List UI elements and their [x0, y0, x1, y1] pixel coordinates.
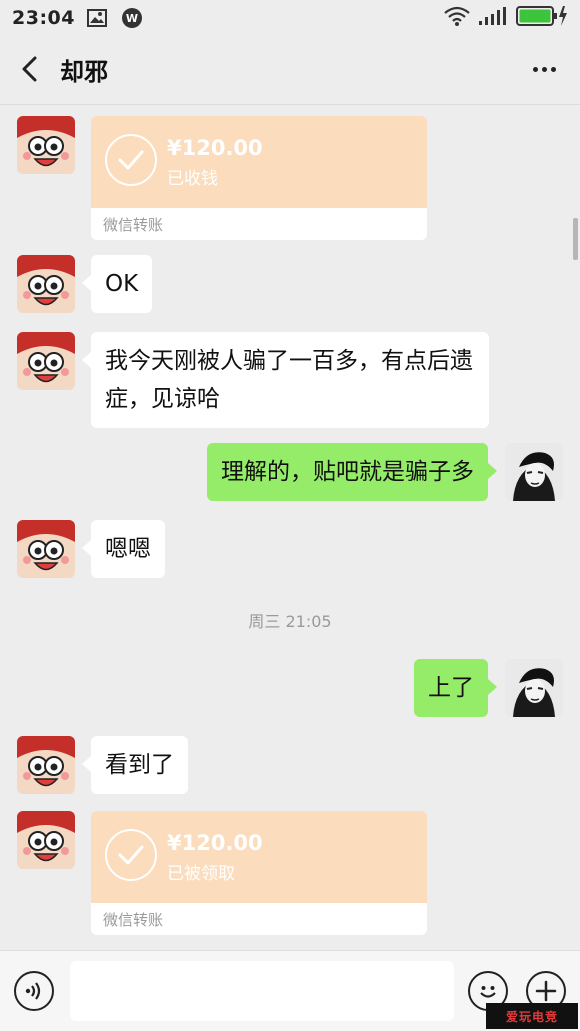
contact-avatar[interactable]: [17, 116, 75, 174]
message-input[interactable]: [70, 961, 454, 1021]
contact-avatar[interactable]: [17, 332, 75, 390]
message-bubble[interactable]: 嗯嗯: [82, 520, 165, 578]
transfer-footer: 微信转账: [103, 216, 164, 234]
message-bubble[interactable]: 看到了: [82, 736, 188, 794]
smiley-icon: [480, 986, 496, 998]
transfer-card-body: ¥120.00 已收钱: [91, 116, 427, 208]
chevron-left-icon: [22, 56, 37, 82]
contact-avatar[interactable]: [17, 736, 75, 794]
status-bar: 23:04 W: [0, 0, 580, 36]
status-time: 23:04: [12, 7, 75, 29]
chat-timestamp: 周三 21:05: [248, 612, 332, 631]
input-bar: 爱玩电竞: [0, 950, 580, 1031]
transfer-amount: ¥120.00: [167, 136, 263, 160]
chat-header: 却邪: [0, 36, 580, 102]
signal-icon: [478, 6, 508, 31]
contact-avatar[interactable]: [17, 520, 75, 578]
svg-text:W: W: [126, 12, 138, 25]
self-avatar[interactable]: [505, 659, 563, 717]
message-bubble-self[interactable]: 上了: [414, 659, 497, 717]
scrollbar[interactable]: [573, 218, 578, 260]
check-icon: [105, 829, 157, 881]
transfer-status: 已被领取: [167, 864, 235, 884]
more-dot-icon: [532, 66, 538, 72]
battery-icon: [516, 5, 568, 32]
image-icon: [86, 9, 107, 27]
weibo-icon: W: [121, 7, 143, 29]
voice-icon: [25, 982, 41, 1000]
transfer-card-body: ¥120.00 已被领取: [91, 811, 427, 903]
wifi-icon: [444, 6, 470, 31]
transfer-card[interactable]: ¥120.00 已被领取 微信转账: [91, 811, 427, 935]
transfer-card[interactable]: ¥120.00 已收钱 微信转账: [91, 116, 427, 240]
more-options-button[interactable]: [524, 54, 564, 84]
more-dot-icon: [541, 66, 547, 72]
transfer-footer: 微信转账: [103, 911, 164, 929]
check-icon: [105, 134, 157, 186]
contact-avatar[interactable]: [17, 811, 75, 869]
transfer-amount: ¥120.00: [167, 831, 263, 855]
site-watermark: 爱玩电竞: [486, 1003, 578, 1029]
message-bubble[interactable]: 我今天刚被人骗了一百多，有点后遗症，见谅哈: [82, 332, 489, 428]
message-bubble[interactable]: OK: [81, 255, 153, 313]
back-button[interactable]: [16, 55, 44, 83]
more-dot-icon: [550, 66, 556, 72]
transfer-status: 已收钱: [167, 169, 218, 189]
plus-icon: [535, 980, 557, 1002]
voice-button[interactable]: [14, 971, 54, 1011]
message-bubble-self[interactable]: 理解的，贴吧就是骗子多: [207, 443, 497, 501]
header-divider: [0, 104, 580, 105]
chat-title: 却邪: [60, 57, 108, 86]
self-avatar[interactable]: [505, 443, 563, 501]
contact-avatar[interactable]: [17, 255, 75, 313]
